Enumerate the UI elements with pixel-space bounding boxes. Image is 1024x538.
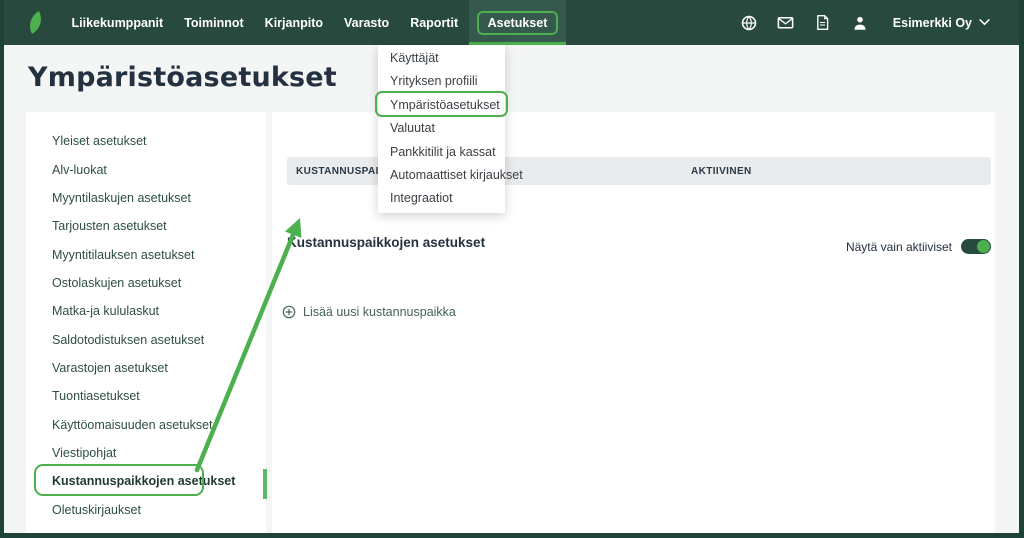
company-name: Esimerkki Oy [893, 16, 972, 30]
app-window: Liikekumppanit Toiminnot Kirjanpito Vara… [0, 0, 1024, 538]
nav-item-toiminnot[interactable]: Toiminnot [174, 0, 254, 45]
sidebar-item-kayttoomaisuuden-asetukset[interactable]: Käyttöomaisuuden asetukset [26, 410, 266, 438]
top-navbar: Liikekumppanit Toiminnot Kirjanpito Vara… [0, 0, 1024, 45]
section-heading: Kustannuspaikkojen asetukset [287, 235, 485, 250]
menu-item-automaattiset-kirjaukset[interactable]: Automaattiset kirjaukset [378, 164, 505, 187]
menu-item-pankkitilit-ja-kassat[interactable]: Pankkitilit ja kassat [378, 141, 505, 164]
filter-toggle-row: Näytä vain aktiiviset [846, 239, 991, 254]
sidebar-active-indicator [263, 469, 267, 499]
toggle-label: Näytä vain aktiiviset [846, 240, 952, 254]
globe-icon[interactable] [739, 13, 759, 33]
user-icon[interactable] [850, 13, 870, 33]
menu-item-integraatiot[interactable]: Integraatiot [378, 187, 505, 210]
add-cost-center-link[interactable]: Lisää uusi kustannuspaikka [282, 305, 456, 319]
menu-item-ymparistoasetukset[interactable]: Ympäristöasetukset [378, 94, 505, 117]
settings-dropdown-menu: Käyttäjät Yrityksen profiili Ympäristöas… [378, 45, 505, 213]
column-header-aktiivinen: AKTIIVINEN [691, 166, 752, 177]
asetukset-highlight-box: Asetukset [477, 11, 559, 35]
settings-sidebar: Yleiset asetukset Alv-luokat Myyntilasku… [26, 112, 266, 533]
navbar-right-controls: Esimerkki Oy [739, 0, 990, 45]
menu-item-kayttajat[interactable]: Käyttäjät [378, 47, 505, 70]
sidebar-item-matka-ja-kululaskut[interactable]: Matka-ja kululaskut [26, 297, 266, 325]
nav-item-liikekumppanit[interactable]: Liikekumppanit [61, 0, 174, 45]
sidebar-item-alv-luokat[interactable]: Alv-luokat [26, 155, 266, 183]
sidebar-item-oletuskirjaukset[interactable]: Oletuskirjaukset [26, 495, 266, 523]
sidebar-item-saldotodistuksen-asetukset[interactable]: Saldotodistuksen asetukset [26, 325, 266, 353]
mail-icon[interactable] [776, 13, 796, 33]
nav-item-varasto[interactable]: Varasto [334, 0, 400, 45]
sidebar-item-tarjousten-asetukset[interactable]: Tarjousten asetukset [26, 212, 266, 240]
sidebar-item-varastojen-asetukset[interactable]: Varastojen asetukset [26, 354, 266, 382]
sidebar-item-tuontiasetukset[interactable]: Tuontiasetukset [26, 382, 266, 410]
sidebar-item-yleiset-asetukset[interactable]: Yleiset asetukset [26, 127, 266, 155]
sidebar-item-myyntilaskujen-asetukset[interactable]: Myyntilaskujen asetukset [26, 184, 266, 212]
app-logo-leaf-icon[interactable] [24, 11, 47, 34]
sidebar-item-viestipohjat[interactable]: Viestipohjat [26, 439, 266, 467]
sidebar-item-kustannuspaikkojen-asetukset[interactable]: Kustannuspaikkojen asetukset [26, 467, 266, 495]
page-title: Ympäristöasetukset [28, 62, 337, 93]
company-menu[interactable]: Esimerkki Oy [893, 16, 990, 30]
plus-circle-icon [282, 305, 296, 319]
chevron-down-icon [979, 19, 990, 26]
nav-item-kirjanpito[interactable]: Kirjanpito [254, 0, 333, 45]
sidebar-item-ostolaskujen-asetukset[interactable]: Ostolaskujen asetukset [26, 269, 266, 297]
sidebar-item-myyntitilauksen-asetukset[interactable]: Myyntitilauksen asetukset [26, 240, 266, 268]
menu-item-valuutat[interactable]: Valuutat [378, 117, 505, 140]
add-cost-center-label: Lisää uusi kustannuspaikka [303, 305, 456, 319]
main-nav: Liikekumppanit Toiminnot Kirjanpito Vara… [61, 0, 566, 45]
menu-item-yrityksen-profiili[interactable]: Yrityksen profiili [378, 70, 505, 93]
nav-item-raportit[interactable]: Raportit [400, 0, 469, 45]
show-active-toggle[interactable] [961, 239, 991, 254]
toggle-knob [977, 240, 990, 253]
nav-item-asetukset[interactable]: Asetukset [469, 0, 567, 45]
document-icon[interactable] [813, 13, 833, 33]
